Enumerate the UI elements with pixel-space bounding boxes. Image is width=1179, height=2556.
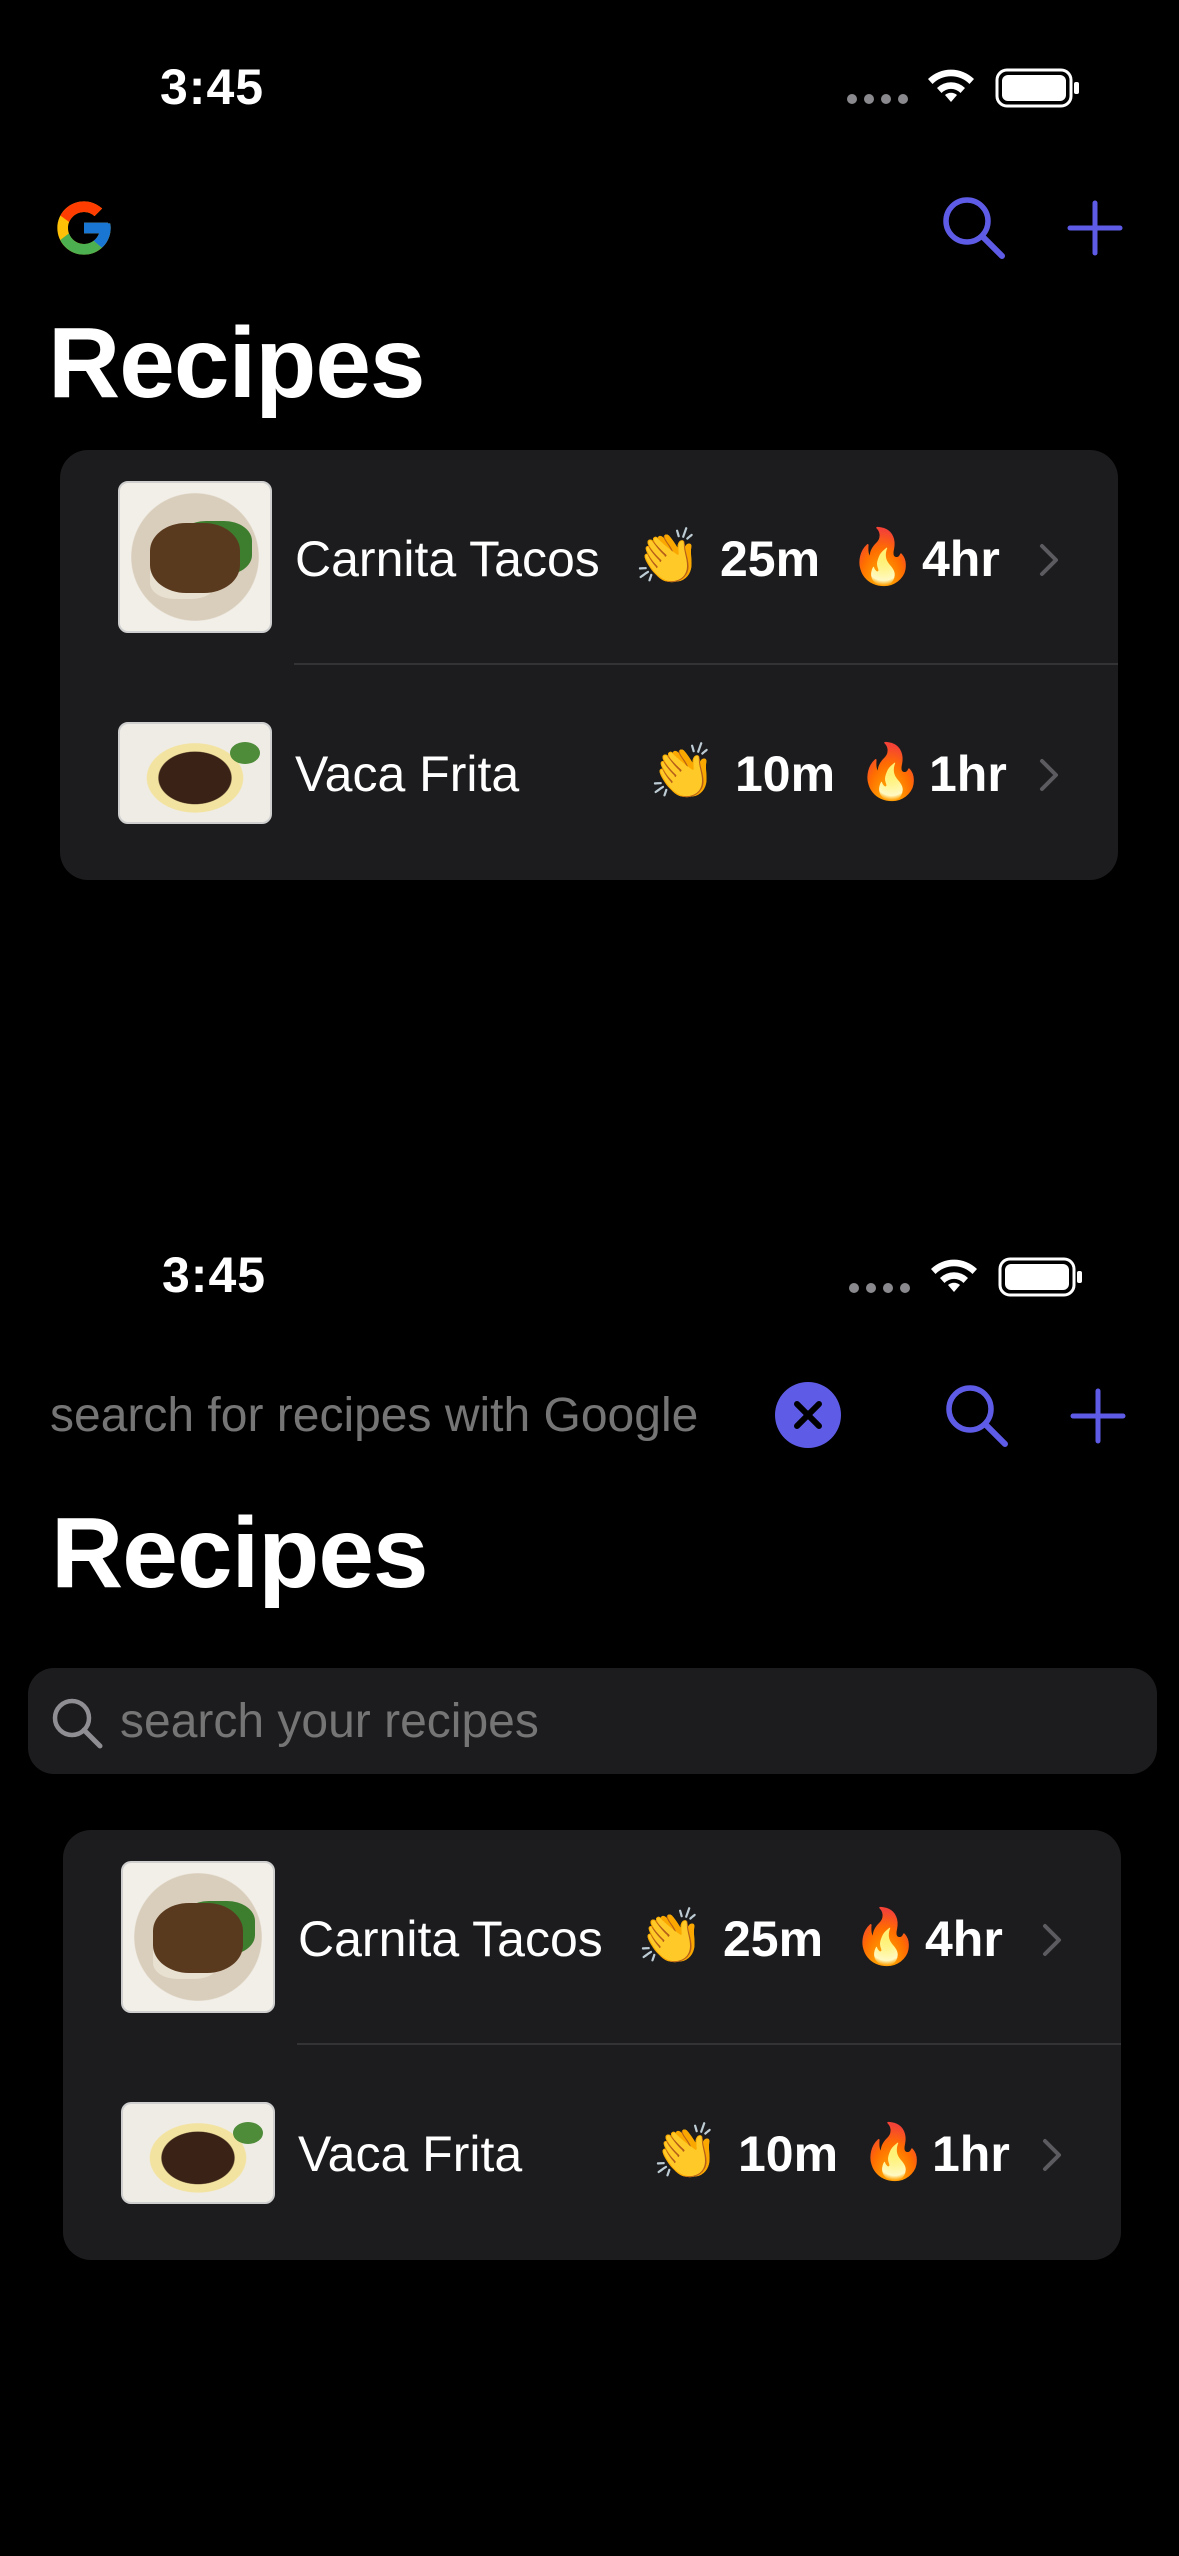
fire-icon: 🔥 — [852, 1907, 920, 1967]
cellular-signal-icon — [849, 1283, 910, 1293]
cook-time: 1hr — [929, 746, 1007, 802]
chevron-right-icon — [1040, 544, 1058, 576]
status-time: 3:45 — [162, 1247, 267, 1303]
google-logo-icon[interactable] — [52, 196, 116, 260]
clear-icon[interactable] — [775, 1382, 841, 1448]
cook-time: 4hr — [922, 531, 1000, 587]
prep-time: 10m — [738, 2126, 839, 2182]
recipe-thumbnail — [121, 2102, 275, 2204]
chevron-right-icon — [1040, 759, 1058, 791]
recipe-search-bar[interactable] — [28, 1668, 1157, 1774]
fire-icon: 🔥 — [860, 2122, 928, 2182]
search-icon — [52, 1698, 103, 1749]
recipe-name: Vaca Frita — [298, 2126, 523, 2182]
page-title: Recipes — [51, 1497, 429, 1609]
cook-time: 4hr — [925, 1911, 1003, 1967]
add-icon[interactable] — [1067, 200, 1123, 256]
clapping-hands-icon: 👏 — [637, 1907, 705, 1967]
recipe-name: Carnita Tacos — [295, 531, 600, 587]
recipe-name: Vaca Frita — [295, 746, 520, 802]
recipe-thumbnail — [118, 481, 272, 633]
chevron-right-icon — [1043, 2139, 1061, 2171]
google-search-input[interactable] — [50, 1385, 750, 1445]
recipe-list: Carnita Tacos 👏 25m 🔥 4hr Vaca Frita 👏 1… — [60, 450, 1118, 880]
prep-time: 25m — [720, 531, 821, 587]
search-icon[interactable] — [940, 194, 1006, 260]
row-divider — [297, 2043, 1121, 2045]
clapping-hands-icon: 👏 — [634, 527, 702, 587]
recipe-name: Carnita Tacos — [298, 1911, 603, 1967]
page-title: Recipes — [48, 307, 426, 419]
fire-icon: 🔥 — [857, 742, 925, 802]
battery-icon — [995, 68, 1079, 108]
recipe-search-input[interactable] — [120, 1690, 1120, 1752]
clapping-hands-icon: 👏 — [649, 742, 717, 802]
recipe-thumbnail — [121, 1861, 275, 2013]
fire-icon: 🔥 — [849, 527, 917, 587]
status-time: 3:45 — [160, 59, 265, 115]
add-icon[interactable] — [1070, 1388, 1126, 1444]
wifi-icon — [928, 69, 974, 102]
chevron-right-icon — [1043, 1924, 1061, 1956]
recipe-thumbnail — [118, 722, 272, 824]
wifi-icon — [931, 1259, 977, 1292]
prep-time: 25m — [723, 1911, 824, 1967]
clapping-hands-icon: 👏 — [652, 2122, 720, 2182]
recipe-list: Carnita Tacos 👏 25m 🔥 4hr Vaca Frita 👏 1… — [63, 1830, 1121, 2260]
battery-icon — [998, 1257, 1082, 1297]
cook-time: 1hr — [932, 2126, 1010, 2182]
cellular-signal-icon — [847, 94, 908, 104]
search-icon[interactable] — [943, 1382, 1009, 1448]
row-divider — [294, 663, 1118, 665]
prep-time: 10m — [735, 746, 836, 802]
